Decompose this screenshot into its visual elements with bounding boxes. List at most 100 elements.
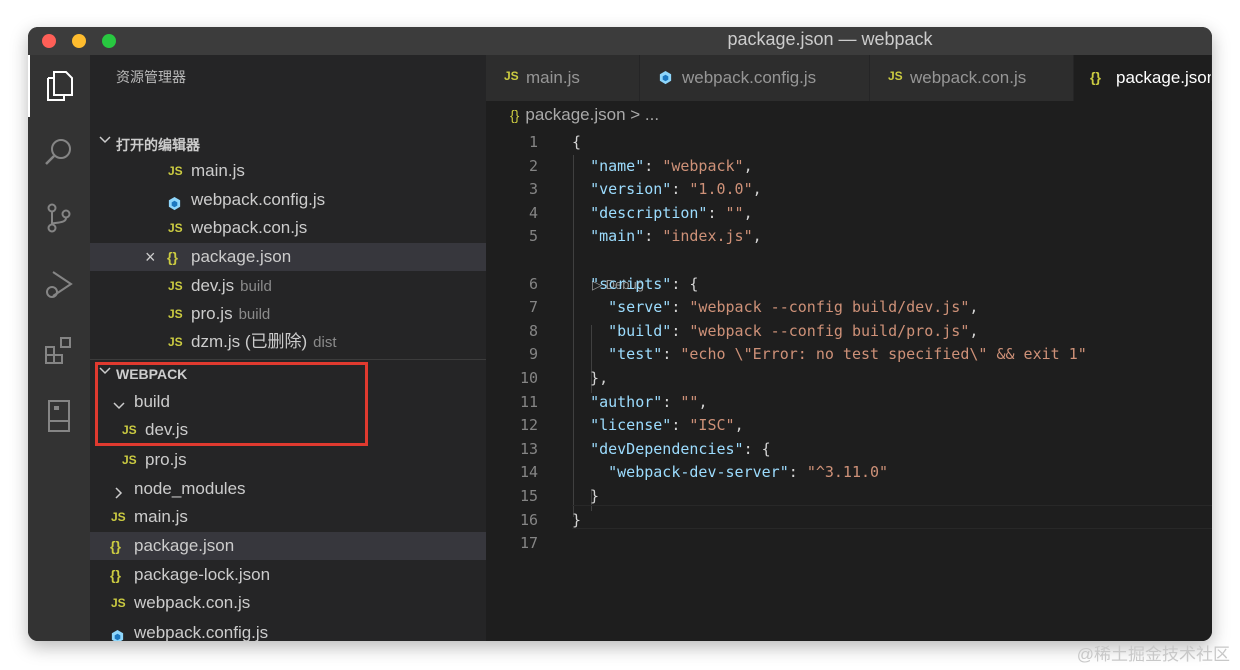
file-label: webpack.con.js [134, 593, 251, 612]
line-number: 16 [519, 511, 538, 529]
open-editor-label: pro.js [191, 304, 233, 323]
source-control-activity[interactable] [28, 187, 90, 249]
line-number: 15 [519, 487, 538, 505]
search-icon [45, 139, 71, 165]
chevron-right-icon [112, 482, 126, 499]
webpack-cube-icon [110, 626, 125, 641]
tab-label: webpack.con.js [910, 68, 1027, 87]
folder-node-modules[interactable]: node_modules [90, 475, 486, 503]
open-editor-item[interactable]: JS pro.js build [90, 300, 486, 328]
code-line: "build": "webpack --config build/pro.js"… [608, 322, 979, 340]
js-file-icon: JS [504, 69, 519, 83]
search-activity[interactable] [28, 121, 90, 183]
open-editor-item[interactable]: JS dzm.js (已删除) dist [90, 328, 486, 356]
tab-label: main.js [526, 68, 580, 87]
extensions-activity[interactable] [28, 319, 90, 381]
folder-label: node_modules [134, 479, 246, 498]
code-editor[interactable]: {} package.json > ... 1 2 3 4 5 6 7 8 9 1… [486, 101, 1212, 641]
window-title: package.json — webpack [727, 29, 933, 49]
explorer-sidebar: 资源管理器 打开的编辑器 JS main.js webpack.config.j… [90, 55, 486, 641]
files-icon [47, 71, 73, 101]
chevron-down-icon [98, 133, 112, 150]
tab-label: package.json [1116, 68, 1212, 87]
line-number: 14 [519, 463, 538, 481]
tab-package-json[interactable]: {} package.json [1074, 55, 1212, 101]
file-item[interactable]: webpack.config.js [90, 619, 486, 641]
file-label: package.json [134, 536, 235, 555]
open-editor-label: webpack.con.js [191, 218, 308, 237]
file-label: pro.js [145, 450, 187, 469]
js-file-icon: JS [111, 596, 126, 610]
line-number: 2 [528, 157, 538, 175]
tab-webpack-con-js[interactable]: JS webpack.con.js [870, 55, 1074, 101]
line-number: 10 [519, 369, 538, 387]
breadcrumb-rest[interactable]: > ... [630, 105, 659, 124]
js-file-icon: JS [168, 335, 183, 349]
line-number: 1 [528, 133, 538, 151]
js-file-icon: JS [888, 69, 903, 83]
code-line: "main": "index.js", [590, 227, 762, 245]
line-number: 6 [528, 275, 538, 293]
open-editor-label: dzm.js (已删除) [191, 332, 308, 351]
open-editor-item[interactable]: JS webpack.con.js [90, 214, 486, 242]
file-item[interactable]: JS main.js [90, 503, 486, 531]
open-editor-label: main.js [191, 161, 245, 180]
code-line: "scripts": { [590, 275, 699, 293]
code-line: { [572, 133, 582, 151]
open-editor-label: package.json [191, 247, 292, 266]
line-number: 17 [519, 534, 538, 552]
extensions-icon [45, 337, 71, 364]
breadcrumb-file[interactable]: package.json [525, 105, 625, 124]
tab-main-js[interactable]: JS main.js [486, 55, 640, 101]
open-editors-label: 打开的编辑器 [116, 137, 200, 153]
sidebar-title: 资源管理器 [116, 69, 186, 85]
activity-bar [28, 55, 90, 641]
file-label: main.js [134, 507, 188, 526]
annotation-highlight-box [95, 362, 368, 446]
code-line: "version": "1.0.0", [590, 180, 762, 198]
run-debug-activity[interactable] [28, 253, 90, 315]
open-editor-text: dev.js build [191, 272, 272, 300]
code-line: "description": "", [590, 204, 753, 222]
tab-webpack-config-js[interactable]: webpack.config.js [640, 55, 870, 101]
open-editor-folder: build [240, 278, 272, 295]
current-line-highlight [572, 505, 1212, 529]
line-number: 4 [528, 204, 538, 222]
remote-explorer-icon [48, 400, 70, 432]
open-editors-header[interactable]: 打开的编辑器 [90, 129, 486, 157]
remote-explorer-activity[interactable] [28, 385, 90, 447]
webpack-cube-icon [167, 193, 182, 211]
minimize-window-button[interactable] [72, 34, 86, 48]
line-number: 7 [528, 298, 538, 316]
js-file-icon: JS [111, 510, 126, 524]
open-editor-item[interactable]: JS main.js [90, 157, 486, 185]
file-item-selected[interactable]: {} package.json [90, 532, 486, 560]
json-file-icon: {} [1090, 69, 1101, 85]
open-editor-item-active[interactable]: × {} package.json [90, 243, 486, 271]
line-number: 8 [528, 322, 538, 340]
explorer-activity[interactable] [28, 55, 90, 117]
code-line: "name": "webpack", [590, 157, 753, 175]
file-item[interactable]: JS webpack.con.js [90, 589, 486, 617]
json-file-icon: {} [510, 107, 520, 123]
line-number: 12 [519, 416, 538, 434]
code-line: "license": "ISC", [590, 416, 744, 434]
close-icon[interactable]: × [145, 243, 156, 271]
line-number: 5 [528, 227, 538, 245]
watermark: @稀土掘金技术社区 [1076, 645, 1230, 664]
tab-label: webpack.config.js [682, 68, 817, 87]
close-window-button[interactable] [42, 34, 56, 48]
file-item[interactable]: JS pro.js [90, 446, 486, 474]
line-number: 13 [519, 440, 538, 458]
breadcrumb: {} package.json > ... [510, 105, 659, 125]
code-line: "devDependencies": { [590, 440, 771, 458]
file-item[interactable]: {} package-lock.json [90, 561, 486, 589]
code-line: "serve": "webpack --config build/dev.js"… [608, 298, 979, 316]
line-number: 9 [528, 345, 538, 363]
open-editor-folder: build [238, 306, 271, 323]
zoom-window-button[interactable] [102, 34, 116, 48]
open-editor-item[interactable]: webpack.config.js [90, 186, 486, 214]
js-file-icon: JS [168, 279, 183, 293]
open-editor-item[interactable]: JS dev.js build [90, 272, 486, 300]
js-file-icon: JS [168, 164, 183, 178]
